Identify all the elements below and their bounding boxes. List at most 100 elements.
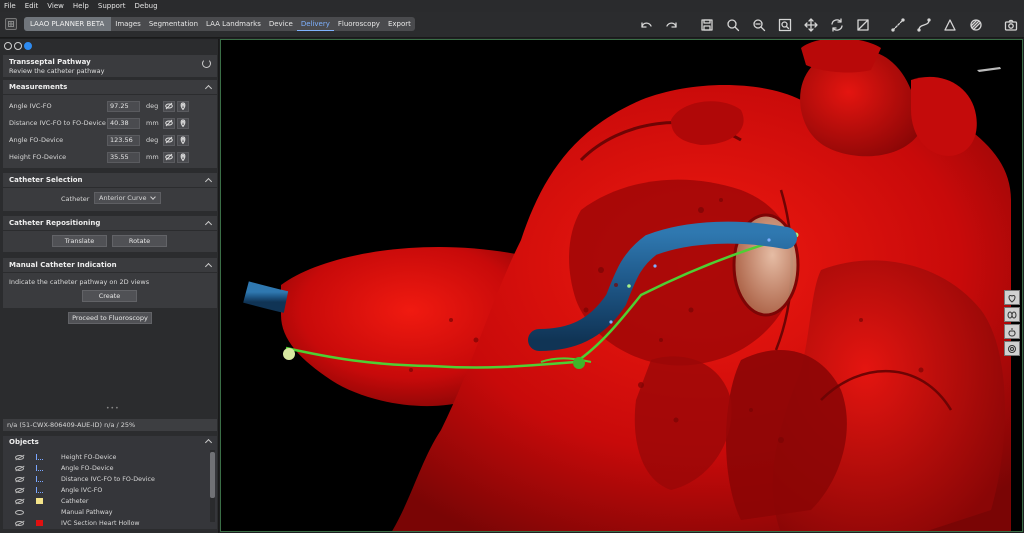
status-line: n/a (51-CWX-806409-AUE-ID) n/a / 25% [3,419,217,431]
tab-laa-landmarks[interactable]: LAA Landmarks [202,17,265,31]
step-dot[interactable] [4,42,12,50]
refresh-icon[interactable] [202,59,211,68]
3d-viewport[interactable] [220,39,1023,532]
locate-pin-icon[interactable] [177,134,189,146]
chevron-up-icon[interactable] [204,220,213,228]
tab-segmentation[interactable]: Segmentation [145,17,202,31]
measurement-value: 40.38 [107,117,140,129]
tab-images[interactable]: Images [111,17,145,31]
tab-device[interactable]: Device [265,17,297,31]
catheter-label: Catheter [61,195,90,203]
heart-view-icon[interactable] [1004,290,1020,305]
list-item[interactable]: Height FO-Device [15,452,205,462]
list-item[interactable]: Angle IVC-FO [15,485,205,495]
eye-off-icon[interactable] [163,100,175,112]
proceed-button[interactable]: Proceed to Fluoroscopy [68,312,152,324]
workflow-panel: Transseptal Pathway Review the catheter … [0,39,219,533]
ruler-icon [36,465,43,471]
pan-icon[interactable] [798,15,824,35]
measurement-value: 35.55 [107,151,140,163]
eye-off-icon[interactable] [15,498,24,504]
list-item[interactable]: Catheter [15,496,205,506]
tab-fluoroscopy[interactable]: Fluoroscopy [334,17,384,31]
eye-off-icon[interactable] [15,487,24,493]
menu-view[interactable]: View [47,2,64,10]
eye-off-icon[interactable] [163,134,175,146]
objects-panel: Objects Height FO-Device Angle FO-Device… [3,436,217,529]
create-button[interactable]: Create [82,290,137,302]
atrium-view-icon[interactable] [1004,324,1020,339]
chevron-up-icon[interactable] [204,262,213,270]
list-item[interactable]: Manual Pathway [15,507,205,517]
zoom-in-icon[interactable] [720,15,746,35]
chevron-up-icon[interactable] [204,177,213,185]
chevron-up-icon[interactable] [204,84,213,92]
ruler-icon [36,454,43,460]
eye-icon[interactable] [15,509,24,515]
redo-icon[interactable] [659,15,685,35]
undo-icon[interactable] [633,15,659,35]
menu-file[interactable]: File [4,2,16,10]
workflow-tabs: LAAO PLANNER BETA Images Segmentation LA… [24,17,415,31]
color-swatch [36,509,43,515]
list-item[interactable]: Angle FO-Device [15,463,205,473]
texture-icon[interactable] [963,15,989,35]
app-title: LAAO PLANNER BETA [24,17,112,31]
screenshot-icon[interactable] [998,15,1024,35]
catheter-select[interactable]: Anterior Curve [94,192,161,204]
measurement-value: 97.25 [107,100,140,112]
eye-off-icon[interactable] [15,520,24,526]
locate-pin-icon[interactable] [177,151,189,163]
manual-catheter-header[interactable]: Manual Catheter Indication [3,258,217,273]
menu-bar: File Edit View Help Support Debug [0,0,1024,12]
toolbar: LAAO PLANNER BETA Images Segmentation LA… [0,12,1024,38]
measurement-row: Angle FO-Device 123.56 deg [9,134,214,146]
chevron-up-icon[interactable] [204,438,213,447]
step-dot-active[interactable] [24,42,32,50]
crop-icon[interactable] [850,15,876,35]
eye-off-icon[interactable] [163,117,175,129]
translate-button[interactable]: Translate [52,235,107,247]
eye-off-icon[interactable] [15,454,24,460]
curve-measure-icon[interactable] [911,15,937,35]
orientation-figure-icon [977,67,1001,72]
objects-scrollbar[interactable] [210,450,215,522]
manual-description: Indicate the catheter pathway on 2D view… [9,278,150,286]
menu-support[interactable]: Support [98,2,126,10]
lungs-view-icon[interactable] [1004,307,1020,322]
view-tools [633,15,1024,35]
rotate-button[interactable]: Rotate [112,235,167,247]
resize-grip[interactable]: ••• [106,405,119,412]
color-swatch[interactable] [36,520,43,526]
catheter-selection-header[interactable]: Catheter Selection [3,173,217,188]
save-icon[interactable] [694,15,720,35]
menu-debug[interactable]: Debug [135,2,158,10]
zoom-fit-icon[interactable] [772,15,798,35]
zoom-out-icon[interactable] [746,15,772,35]
step-dot[interactable] [14,42,22,50]
device-view-icon[interactable] [1004,341,1020,356]
locate-pin-icon[interactable] [177,100,189,112]
eye-off-icon[interactable] [163,151,175,163]
objects-header[interactable]: Objects [3,436,217,448]
color-swatch[interactable] [36,498,43,504]
step-subtitle: Review the catheter pathway [9,67,105,75]
grid-icon[interactable] [5,18,17,30]
heart-3d-render[interactable] [221,40,1023,532]
manual-catheter-section: Manual Catheter Indication Indicate the … [3,258,217,308]
menu-help[interactable]: Help [73,2,89,10]
menu-edit[interactable]: Edit [25,2,39,10]
eye-off-icon[interactable] [15,476,24,482]
angle-measure-icon[interactable] [937,15,963,35]
list-item[interactable]: IVC Section Heart Hollow [15,518,205,528]
ruler-icon [36,476,43,482]
tab-export[interactable]: Export [384,17,415,31]
measurements-header[interactable]: Measurements [3,80,217,95]
list-item[interactable]: Distance IVC-FO to FO-Device [15,474,205,484]
locate-pin-icon[interactable] [177,117,189,129]
catheter-repositioning-header[interactable]: Catheter Repositioning [3,216,217,231]
rotate-icon[interactable] [824,15,850,35]
eye-off-icon[interactable] [15,465,24,471]
tab-delivery[interactable]: Delivery [296,17,334,31]
line-measure-icon[interactable] [885,15,911,35]
